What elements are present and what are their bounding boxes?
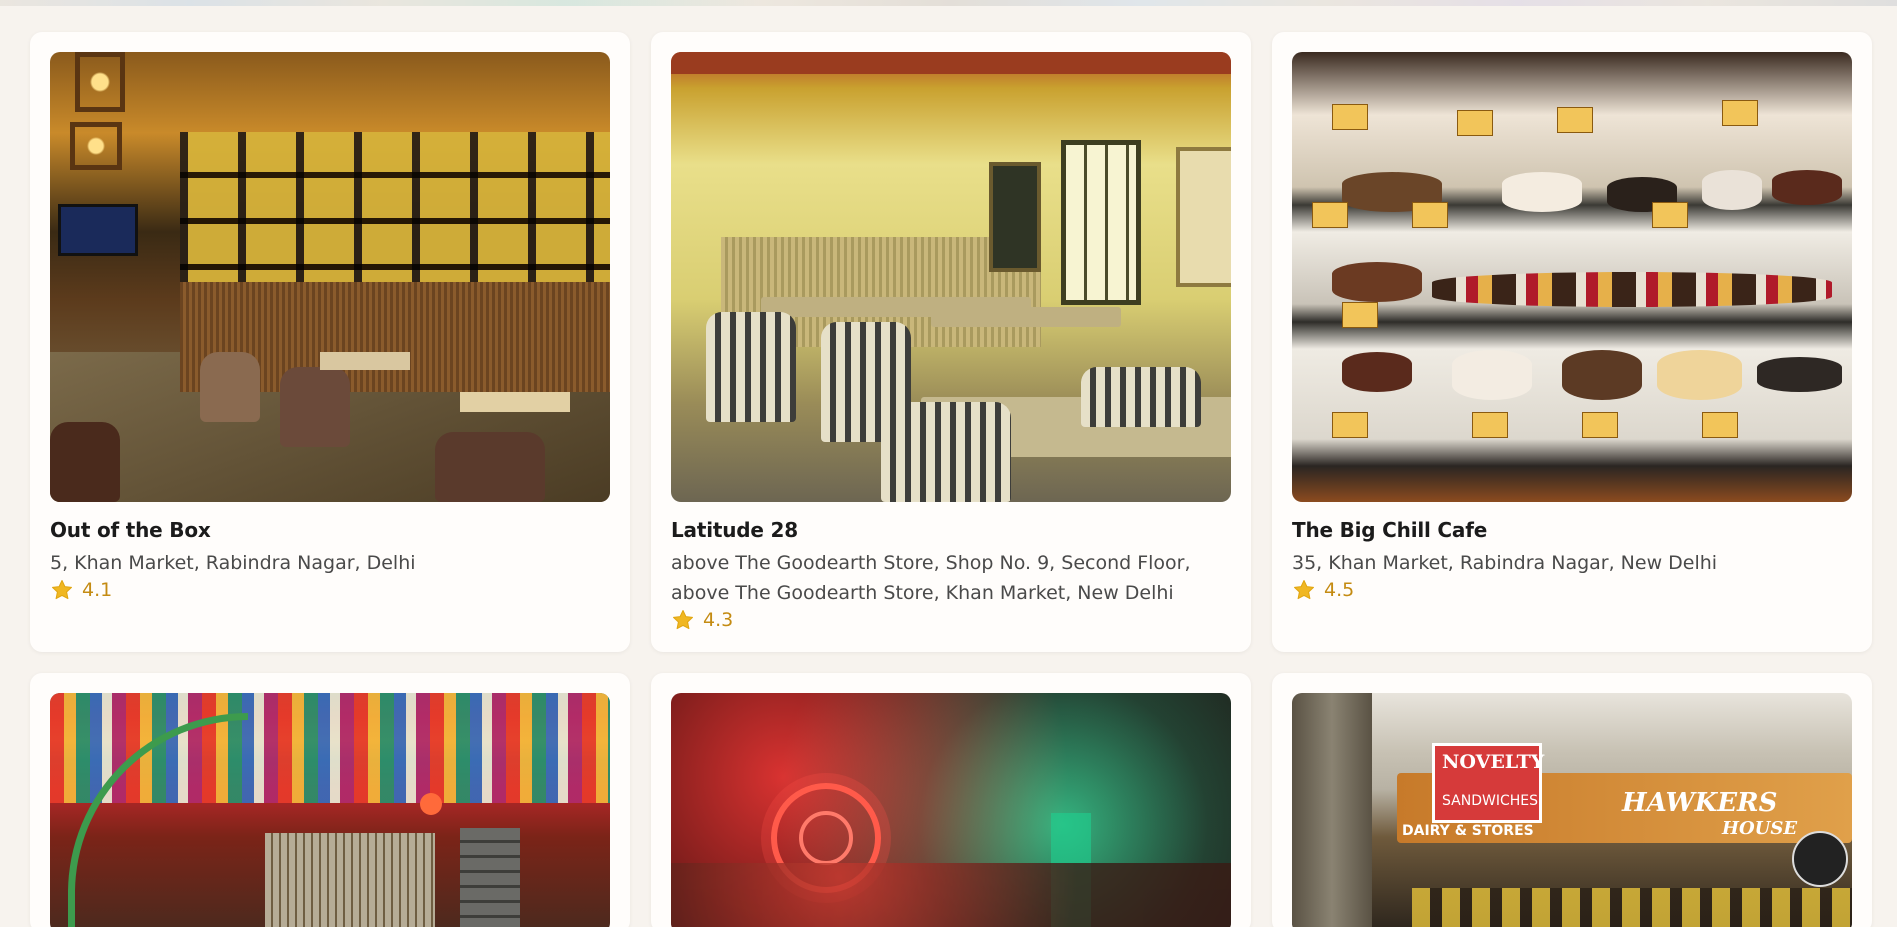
photo-lamp [75, 52, 125, 112]
price-tag [1342, 302, 1378, 328]
sign-text: NOVELTY [1442, 751, 1545, 773]
restaurant-card[interactable]: NOVELTY SANDWICHES HAWKERS HOUSE DAIRY &… [1272, 673, 1872, 927]
price-tag [1412, 202, 1448, 228]
photo-cake [1772, 170, 1842, 205]
photo-stone-pillar [460, 828, 520, 927]
photo-cake [1332, 262, 1422, 302]
photo-window [265, 833, 435, 927]
restaurant-name[interactable]: Latitude 28 [671, 518, 1231, 542]
price-tag [1722, 100, 1758, 126]
photo-chalkboard [989, 162, 1041, 272]
restaurant-card[interactable] [30, 673, 630, 927]
photo-cake [1452, 350, 1532, 400]
photo-chair [881, 402, 1011, 502]
restaurant-name[interactable]: Out of the Box [50, 518, 610, 542]
photo-bunting [1412, 888, 1852, 927]
photo-lamp [70, 122, 122, 170]
price-tag [1332, 412, 1368, 438]
photo-logo-inner [799, 811, 853, 865]
sign-text: HOUSE [1722, 818, 1798, 839]
photo-chair [200, 352, 260, 422]
photo-plants [671, 863, 1231, 927]
star-icon [1294, 580, 1314, 600]
photo-chair [1081, 367, 1201, 427]
restaurant-image[interactable] [50, 693, 610, 927]
photo-cake [1757, 357, 1842, 392]
restaurant-address: 5, Khan Market, Rabindra Nagar, Delhi [50, 552, 416, 574]
photo-tv [58, 204, 138, 256]
restaurant-rating: 4.3 [671, 608, 1231, 632]
price-tag [1332, 104, 1368, 130]
photo-cake [1702, 170, 1762, 210]
photo-cake [1562, 350, 1642, 400]
photo-cake [1342, 352, 1412, 392]
restaurant-image[interactable] [671, 52, 1231, 502]
restaurant-image[interactable] [50, 52, 610, 502]
price-tag [1582, 412, 1618, 438]
price-tag [1457, 110, 1493, 136]
photo-chair [435, 432, 545, 502]
sign-text: SANDWICHES [1442, 793, 1538, 809]
restaurant-name[interactable]: The Big Chill Cafe [1292, 518, 1852, 542]
restaurant-card[interactable] [651, 673, 1251, 927]
photo-round-sign [1792, 831, 1848, 887]
price-tag [1702, 412, 1738, 438]
photo-wall-trim [671, 52, 1231, 74]
photo-window [1061, 140, 1141, 305]
price-tag [1652, 202, 1688, 228]
photo-chair [50, 422, 120, 502]
photo-chair [280, 367, 350, 447]
restaurant-grid: Out of the Box 5, Khan Market, Rabindra … [30, 32, 1872, 927]
top-strip [0, 0, 1897, 6]
restaurant-card[interactable]: Out of the Box 5, Khan Market, Rabindra … [30, 32, 630, 652]
star-icon [673, 610, 693, 630]
photo-cake [1657, 350, 1742, 400]
price-tag [1557, 107, 1593, 133]
rating-value: 4.3 [703, 609, 734, 631]
restaurant-card[interactable]: The Big Chill Cafe 35, Khan Market, Rabi… [1272, 32, 1872, 652]
restaurant-card[interactable]: Latitude 28 above The Goodearth Store, S… [651, 32, 1251, 652]
photo-chair [706, 312, 796, 422]
photo-cake [1502, 172, 1582, 212]
photo-table [320, 352, 410, 370]
restaurant-image[interactable]: NOVELTY SANDWICHES HAWKERS HOUSE DAIRY &… [1292, 693, 1852, 927]
restaurant-rating: 4.5 [1292, 578, 1852, 602]
restaurant-address: above The Goodearth Store, Shop No. 9, S… [671, 552, 1191, 604]
photo-tree [1292, 693, 1372, 927]
photo-table [460, 392, 570, 412]
rating-value: 4.5 [1324, 579, 1355, 601]
photo-painting [1176, 147, 1231, 287]
price-tag [1312, 202, 1348, 228]
star-icon [52, 580, 72, 600]
restaurant-image[interactable] [671, 693, 1231, 927]
sign-text: DAIRY & STORES [1402, 823, 1534, 839]
sign-text: HAWKERS [1622, 788, 1778, 818]
price-tag [1472, 412, 1508, 438]
restaurant-rating: 4.1 [50, 578, 610, 602]
restaurant-image[interactable] [1292, 52, 1852, 502]
photo-lamp [420, 793, 442, 815]
restaurant-address: 35, Khan Market, Rabindra Nagar, New Del… [1292, 552, 1718, 574]
rating-value: 4.1 [82, 579, 113, 601]
photo-pastries [1432, 272, 1832, 307]
photo-table [931, 307, 1121, 327]
